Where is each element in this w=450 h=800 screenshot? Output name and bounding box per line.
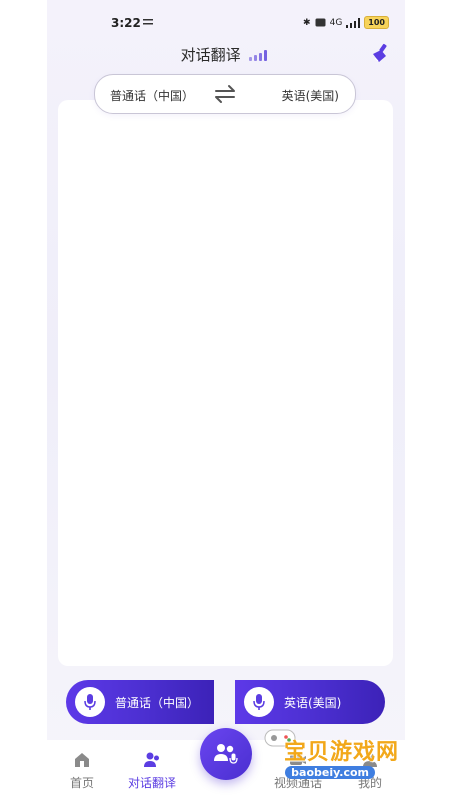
microphone-icon bbox=[75, 687, 105, 717]
speak-source-button[interactable]: 普通话（中国） bbox=[66, 680, 214, 724]
status-time: 3:22 bbox=[111, 16, 141, 30]
users-icon bbox=[144, 752, 159, 767]
microphone-icon bbox=[244, 687, 274, 717]
hd-icon bbox=[315, 18, 326, 27]
volume-bars-icon bbox=[249, 50, 268, 61]
battery-indicator: 100 bbox=[364, 16, 389, 29]
app-screen: 3:22 ✱ 4G 100 对话翻译 普通话（中国） 英语(美国) 普通话（中国… bbox=[47, 0, 405, 800]
tab-home-label: 首页 bbox=[69, 776, 94, 790]
watermark-text: 宝贝游戏网 bbox=[283, 740, 399, 765]
tab-dialog-translate[interactable]: 对话翻译 bbox=[117, 750, 187, 791]
status-icons: ✱ 4G 100 bbox=[303, 16, 389, 29]
voice-dialog-button[interactable] bbox=[200, 728, 252, 780]
conversation-area[interactable] bbox=[58, 100, 393, 666]
page-title-row: 对话翻译 bbox=[47, 44, 405, 65]
page-title: 对话翻译 bbox=[180, 46, 241, 64]
swap-icon[interactable] bbox=[213, 84, 237, 104]
group-mic-icon bbox=[214, 744, 238, 764]
language-selector: 普通话（中国） 英语(美国) bbox=[94, 74, 356, 114]
notification-icon bbox=[143, 19, 153, 25]
target-language[interactable]: 英语(美国) bbox=[282, 87, 339, 104]
tab-home[interactable]: 首页 bbox=[47, 750, 117, 791]
signal-icon bbox=[346, 17, 361, 28]
speak-source-label: 普通话（中国） bbox=[115, 695, 200, 710]
bluetooth-icon: ✱ bbox=[303, 17, 311, 28]
watermark-url: baobeiy.com bbox=[285, 766, 375, 779]
tab-dialog-label: 对话翻译 bbox=[127, 776, 176, 790]
home-icon bbox=[75, 753, 89, 767]
broom-icon[interactable] bbox=[369, 42, 391, 64]
watermark: 宝贝游戏网 baobeiy.com bbox=[255, 726, 405, 796]
status-bar: 3:22 ✱ 4G 100 bbox=[47, 14, 405, 34]
network-label: 4G bbox=[329, 17, 343, 28]
source-language[interactable]: 普通话（中国） bbox=[110, 87, 194, 104]
speak-target-button[interactable]: 英语(美国) bbox=[235, 680, 385, 724]
speak-target-label: 英语(美国) bbox=[284, 695, 342, 710]
